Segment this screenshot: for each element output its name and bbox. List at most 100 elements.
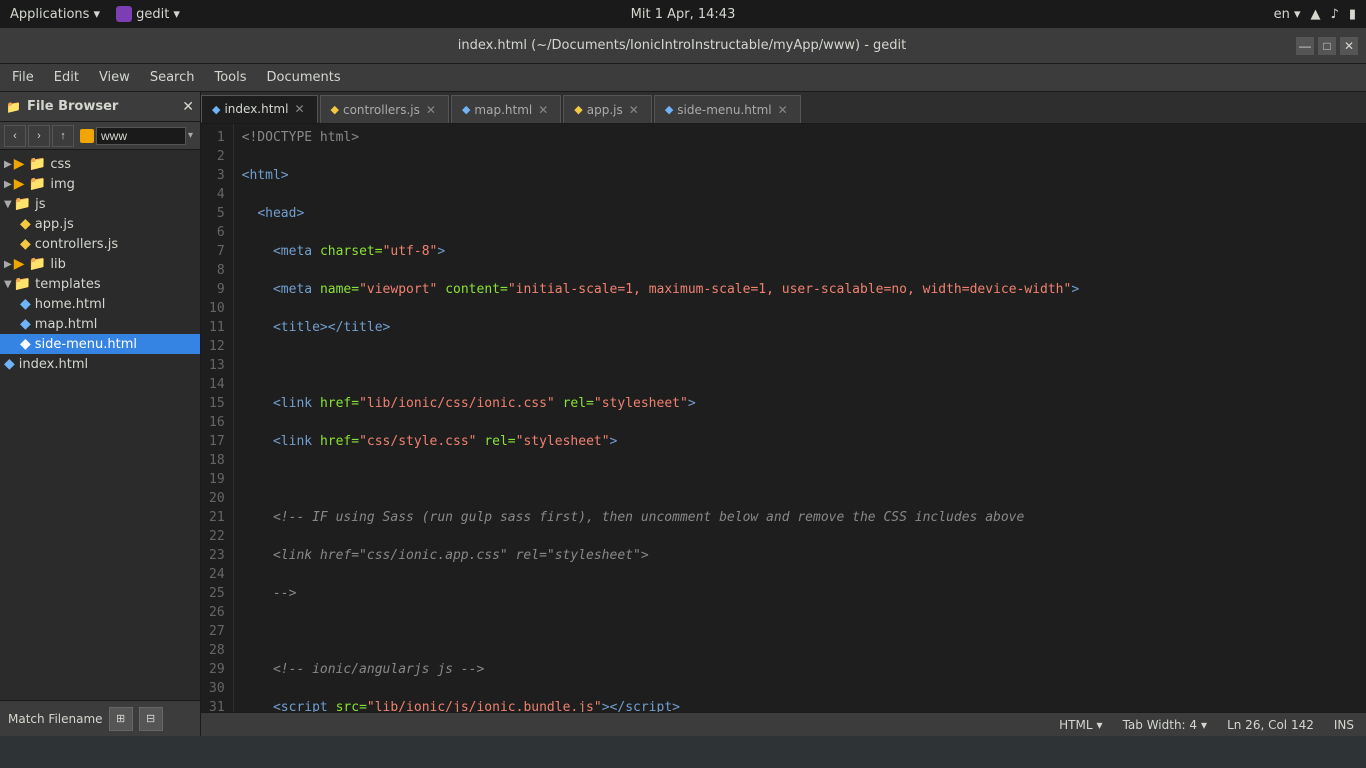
line-numbers: 12345 678910 1112131415 1617181920 21222…	[201, 124, 234, 712]
sidebar-item-img[interactable]: ▶ ▶ 📁 img	[0, 174, 200, 194]
minimize-button[interactable]: —	[1296, 37, 1314, 55]
sidebar-item-home-html[interactable]: ◆ home.html	[0, 294, 200, 314]
battery-icon: ▮	[1349, 7, 1356, 22]
status-language[interactable]: HTML ▾	[1059, 718, 1102, 732]
editor-area: ◆ index.html ✕ ◆ controllers.js ✕ ◆ map.…	[201, 92, 1366, 736]
file-icon-controllers-js: ◆	[20, 236, 31, 252]
sidebar-header: 📁 File Browser ✕	[0, 92, 200, 122]
tab-close-index-html[interactable]: ✕	[292, 102, 306, 116]
menu-tools[interactable]: Tools	[206, 68, 254, 87]
menu-bar: File Edit View Search Tools Documents	[0, 64, 1366, 92]
gedit-menu[interactable]: gedit ▾	[116, 6, 180, 22]
sidebar-item-templates[interactable]: ▼ 📁 templates	[0, 274, 200, 294]
match-filename-label: Match Filename	[8, 712, 103, 726]
volume-icon: ♪	[1331, 7, 1339, 22]
wifi-icon: ▲	[1311, 7, 1321, 22]
expand-arrow-templates: ▼	[4, 279, 12, 290]
menu-file[interactable]: File	[4, 68, 42, 87]
sidebar-item-label-img: img	[50, 177, 75, 192]
window-title: index.html (~/Documents/IonicIntroInstru…	[68, 38, 1296, 53]
file-tree: ▶ ▶ 📁 css ▶ ▶ 📁 img ▼ 📁 js ◆ app.js	[0, 150, 200, 700]
sidebar-item-app-js[interactable]: ◆ app.js	[0, 214, 200, 234]
close-sidebar-button[interactable]: ✕	[182, 98, 194, 115]
status-mode: INS	[1334, 718, 1354, 732]
tab-index-html[interactable]: ◆ index.html ✕	[201, 95, 318, 123]
language-dropdown-arrow[interactable]: ▾	[1097, 718, 1103, 732]
tab-close-map-html[interactable]: ✕	[536, 103, 550, 117]
nav-back-button[interactable]: ‹	[4, 125, 26, 147]
folder-icon-css: ▶ 📁	[14, 156, 47, 172]
main-area: 📁 File Browser ✕ ‹ › ↑ ▾ ▶ ▶ 📁 css ▶ ▶ 📁	[0, 92, 1366, 736]
status-bar: HTML ▾ Tab Width: 4 ▾ Ln 26, Col 142 INS	[201, 712, 1366, 736]
tab-controllers-js[interactable]: ◆ controllers.js ✕	[320, 95, 449, 123]
folder-icon-lib: ▶ 📁	[14, 256, 47, 272]
expand-arrow-css: ▶	[4, 159, 12, 170]
tab-label-map-html: map.html	[474, 103, 532, 117]
nav-up-button[interactable]: ↑	[52, 125, 74, 147]
sidebar-item-side-menu-html[interactable]: ◆ side-menu.html	[0, 334, 200, 354]
sidebar-item-map-html[interactable]: ◆ map.html	[0, 314, 200, 334]
lang-indicator[interactable]: en ▾	[1274, 7, 1301, 22]
tab-label-side-menu-html: side-menu.html	[677, 103, 771, 117]
sidebar-item-label-index-html: index.html	[19, 357, 88, 372]
system-bar: Applications ▾ gedit ▾ Mit 1 Apr, 14:43 …	[0, 0, 1366, 28]
tab-label-index-html: index.html	[224, 102, 288, 116]
tab-close-app-js[interactable]: ✕	[627, 103, 641, 117]
expand-arrow-js: ▼	[4, 199, 12, 210]
file-browser-sidebar: 📁 File Browser ✕ ‹ › ↑ ▾ ▶ ▶ 📁 css ▶ ▶ 📁	[0, 92, 201, 736]
folder-icon-img: ▶ 📁	[14, 176, 47, 192]
sidebar-item-label-js: js	[35, 197, 45, 212]
sidebar-item-label-side-menu-html: side-menu.html	[35, 337, 137, 352]
insert-mode: INS	[1334, 718, 1354, 732]
tab-icon-controllers-js: ◆	[331, 103, 339, 116]
folder-icon-templates: 📁	[14, 276, 31, 292]
tab-width-label: Tab Width: 4	[1123, 718, 1197, 732]
tabs-bar: ◆ index.html ✕ ◆ controllers.js ✕ ◆ map.…	[201, 92, 1366, 124]
sidebar-footer: Match Filename ⊞ ⊟	[0, 700, 200, 736]
menu-edit[interactable]: Edit	[46, 68, 87, 87]
tab-app-js[interactable]: ◆ app.js ✕	[563, 95, 652, 123]
tab-width-dropdown-arrow[interactable]: ▾	[1201, 718, 1207, 732]
menu-search[interactable]: Search	[142, 68, 203, 87]
tab-close-side-menu-html[interactable]: ✕	[776, 103, 790, 117]
folder-path-icon	[80, 129, 94, 143]
nav-forward-button[interactable]: ›	[28, 125, 50, 147]
filter-button-1[interactable]: ⊞	[109, 707, 133, 731]
tab-icon-map-html: ◆	[462, 103, 470, 116]
file-icon-map-html: ◆	[20, 316, 31, 332]
close-button[interactable]: ✕	[1340, 37, 1358, 55]
sidebar-toolbar: ‹ › ↑ ▾	[0, 122, 200, 150]
file-browser-title: File Browser	[27, 99, 118, 114]
sidebar-item-js[interactable]: ▼ 📁 js	[0, 194, 200, 214]
maximize-button[interactable]: □	[1318, 37, 1336, 55]
status-tab-width[interactable]: Tab Width: 4 ▾	[1123, 718, 1208, 732]
file-icon-side-menu-html: ◆	[20, 336, 31, 352]
file-icon-index-html: ◆	[4, 356, 15, 372]
sidebar-item-controllers-js[interactable]: ◆ controllers.js	[0, 234, 200, 254]
sidebar-item-index-html[interactable]: ◆ index.html	[0, 354, 200, 374]
code-editor[interactable]: 12345 678910 1112131415 1617181920 21222…	[201, 124, 1366, 712]
tab-label-controllers-js: controllers.js	[343, 103, 420, 117]
sidebar-item-label-templates: templates	[35, 277, 100, 292]
path-dropdown-arrow[interactable]: ▾	[188, 130, 193, 141]
filter-button-2[interactable]: ⊟	[139, 707, 163, 731]
system-bar-left: Applications ▾ gedit ▾	[10, 6, 180, 22]
tab-label-app-js: app.js	[587, 103, 623, 117]
sidebar-item-label-home-html: home.html	[35, 297, 106, 312]
tab-close-controllers-js[interactable]: ✕	[424, 103, 438, 117]
system-bar-right: en ▾ ▲ ♪ ▮	[1274, 7, 1356, 22]
sidebar-item-lib[interactable]: ▶ ▶ 📁 lib	[0, 254, 200, 274]
tab-map-html[interactable]: ◆ map.html ✕	[451, 95, 561, 123]
applications-menu[interactable]: Applications ▾	[10, 7, 100, 22]
menu-documents[interactable]: Documents	[259, 68, 349, 87]
title-bar: index.html (~/Documents/IonicIntroInstru…	[0, 28, 1366, 64]
path-input[interactable]	[96, 127, 186, 145]
tab-icon-index-html: ◆	[212, 103, 220, 116]
sidebar-item-label-map-html: map.html	[35, 317, 98, 332]
window-controls[interactable]: — □ ✕	[1296, 37, 1358, 55]
folder-icon-js: 📁	[14, 196, 31, 212]
tab-side-menu-html[interactable]: ◆ side-menu.html ✕	[654, 95, 801, 123]
sidebar-item-css[interactable]: ▶ ▶ 📁 css	[0, 154, 200, 174]
menu-view[interactable]: View	[91, 68, 138, 87]
code-content[interactable]: <!DOCTYPE html> <html> <head> <meta char…	[234, 124, 1366, 712]
